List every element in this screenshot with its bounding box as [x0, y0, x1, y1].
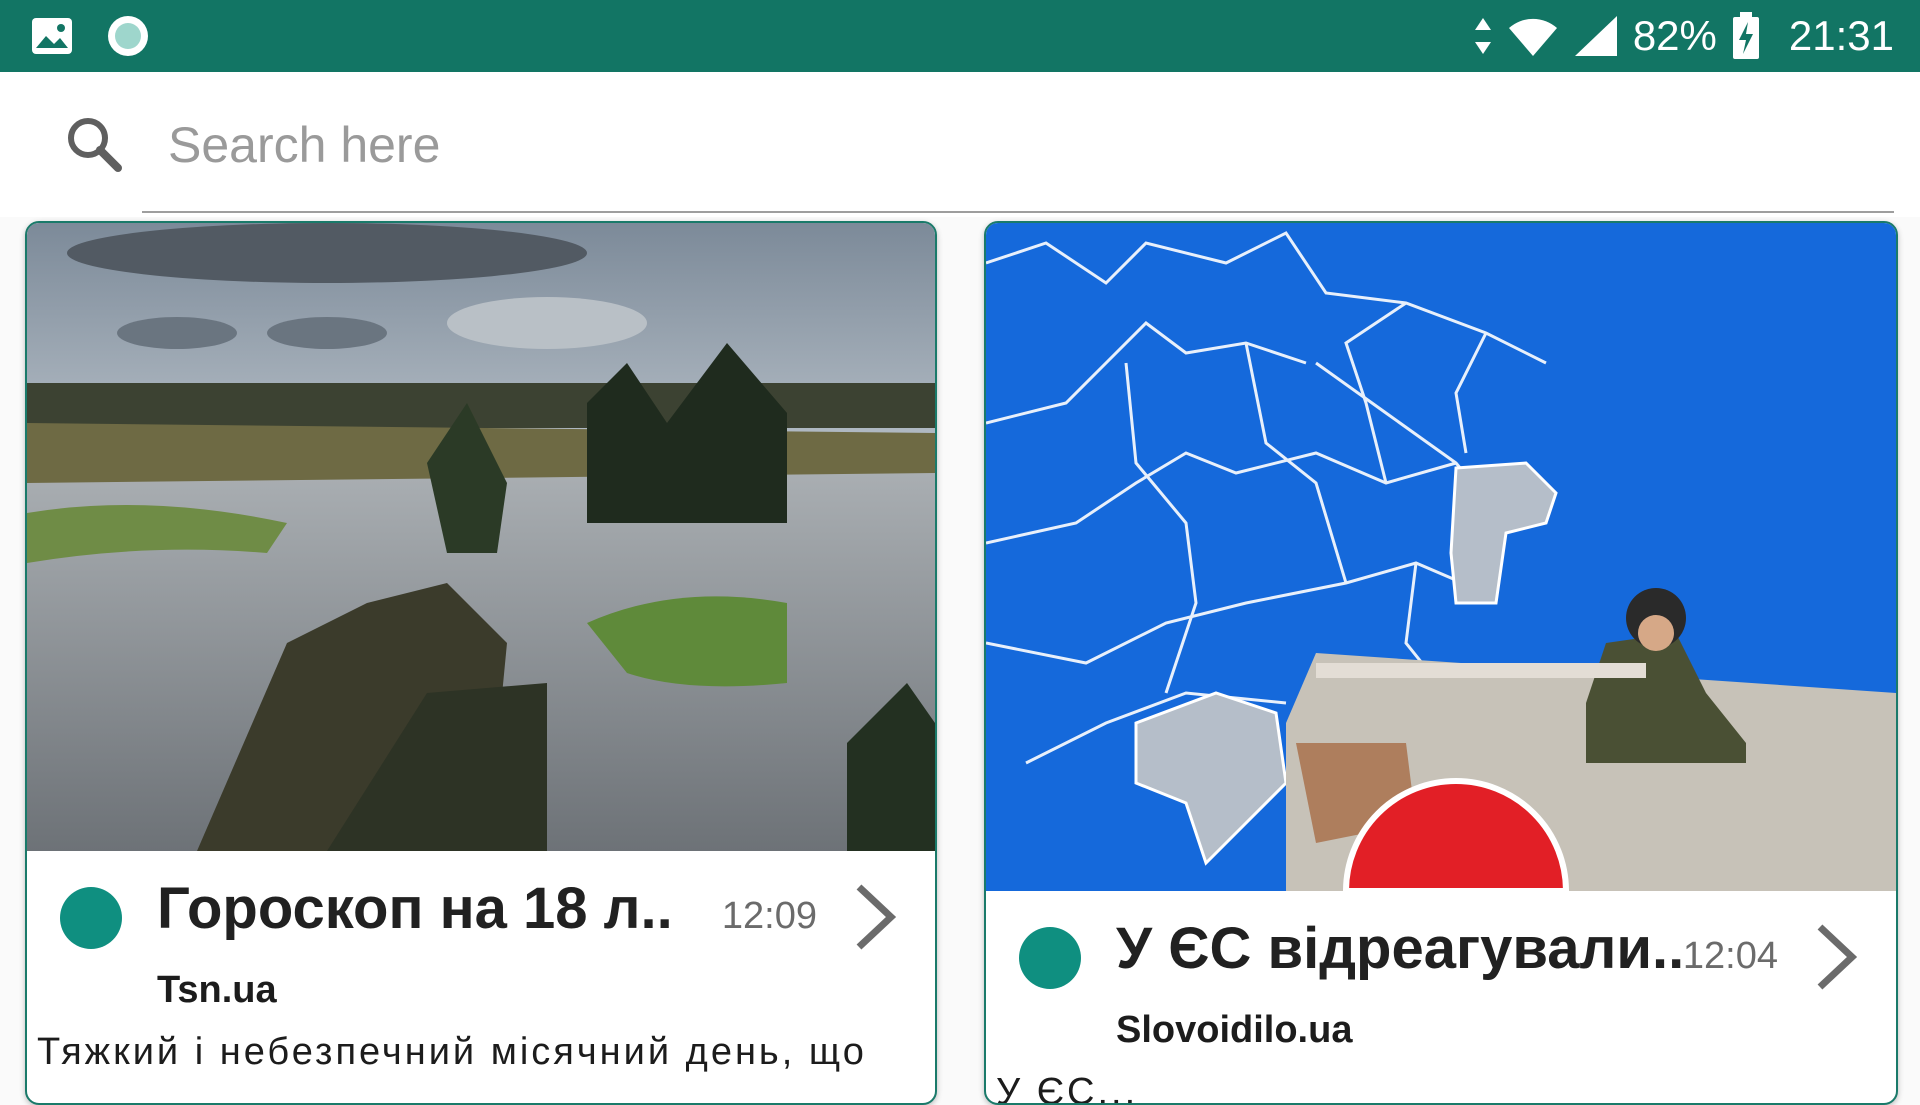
article-time: 12:04: [1682, 935, 1778, 977]
article-image-ukraine-map: [986, 223, 1896, 891]
search-input[interactable]: [166, 108, 1770, 182]
circle-app-icon: [108, 16, 148, 56]
article-description: Тяжкий і небезпечний місячний день, що: [37, 1031, 867, 1073]
article-title: Гороскоп на 18 л..: [157, 876, 673, 941]
search-underline: [142, 211, 1894, 213]
clock: 21:31: [1788, 12, 1894, 59]
unread-indicator: [1019, 927, 1081, 989]
chevron-right-icon[interactable]: [1814, 921, 1858, 993]
article-time: 12:09: [721, 895, 817, 937]
search-icon[interactable]: [64, 114, 124, 174]
news-card[interactable]: Гороскоп на 18 л.. 12:09 Tsn.ua Тяжкий і…: [25, 221, 937, 1105]
article-image-flood-landscape: [27, 223, 935, 851]
gallery-icon: [32, 18, 72, 54]
chevron-right-icon[interactable]: [853, 881, 897, 953]
article-description: У ЄС...: [996, 1071, 1139, 1105]
battery-percentage: 82%: [1632, 12, 1717, 59]
unread-indicator: [60, 887, 122, 949]
cell-signal-icon: [1574, 16, 1617, 56]
article-source: Slovoidilo.ua: [1116, 1009, 1353, 1051]
battery-charging-icon: [1732, 12, 1759, 59]
news-card[interactable]: У ЄС відреагували.. 12:04 Slovoidilo.ua …: [984, 221, 1898, 1105]
data-arrows-icon: [1474, 18, 1491, 54]
status-bar: 82% 21:31: [0, 0, 1920, 72]
article-source: Tsn.ua: [157, 969, 277, 1011]
search-bar: [0, 72, 1920, 217]
article-title: У ЄС відреагували..: [1116, 916, 1685, 981]
wifi-icon: [1508, 18, 1557, 56]
